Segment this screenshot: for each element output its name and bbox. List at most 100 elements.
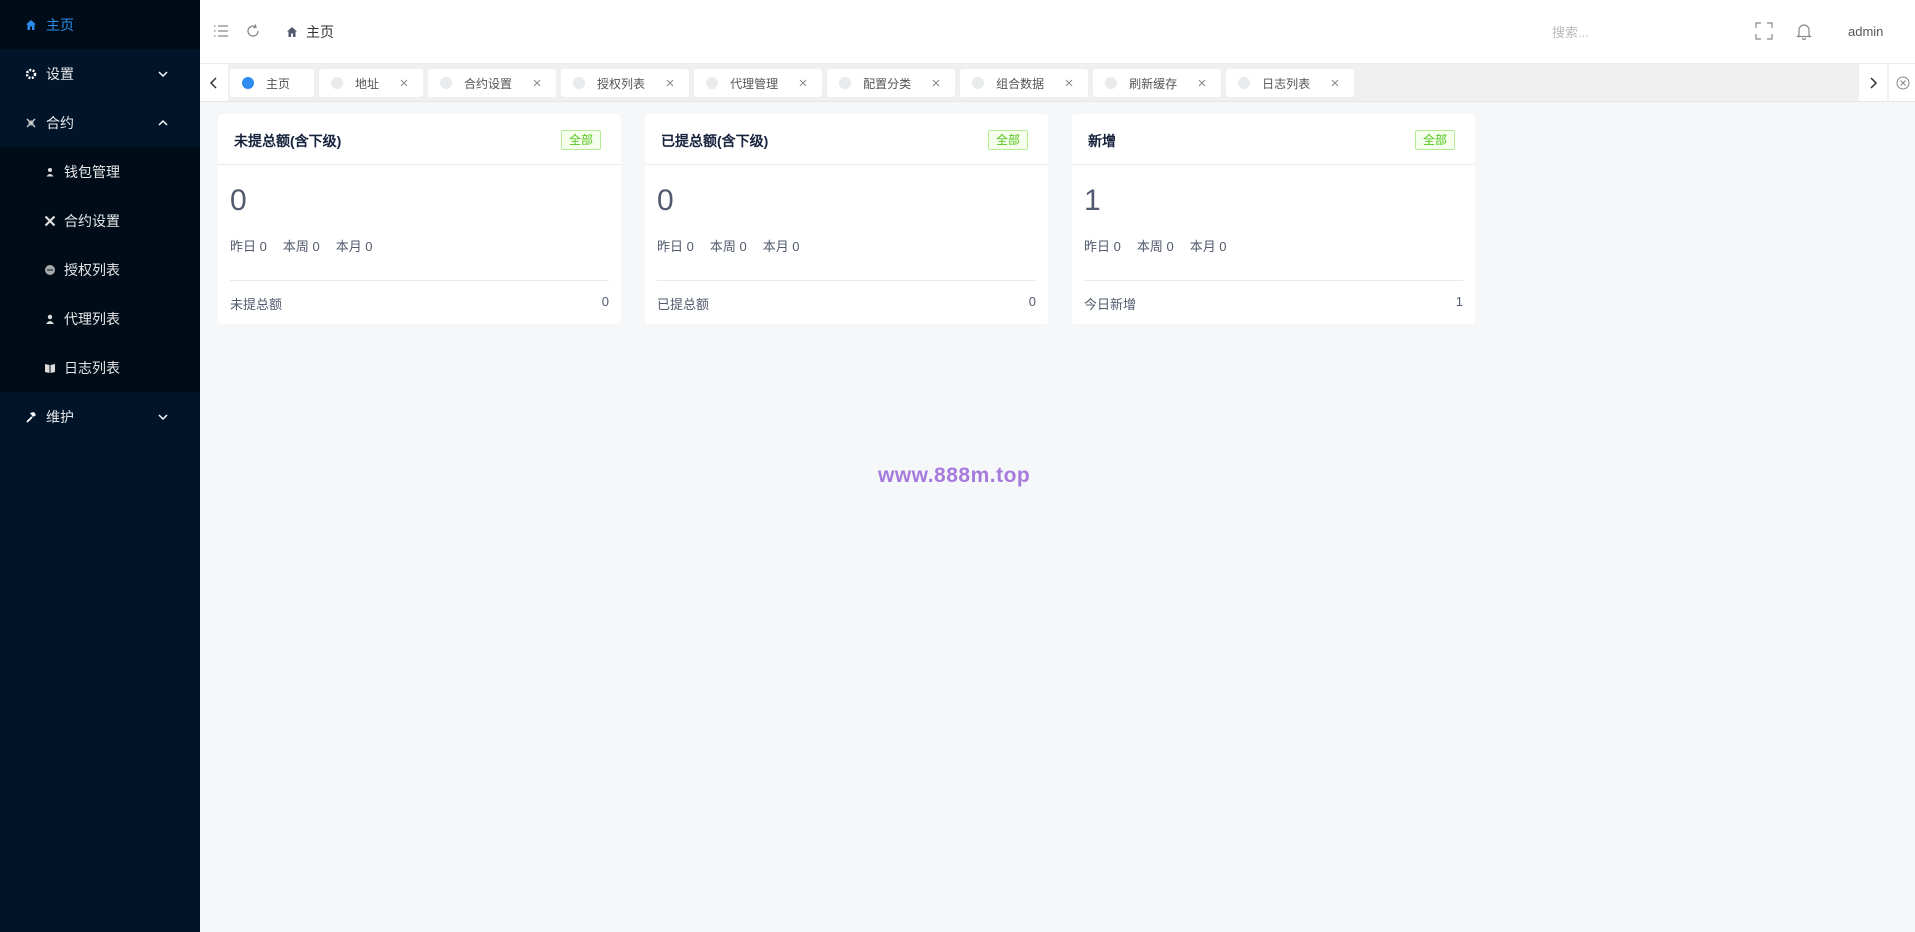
tab-label: 代理管理 (730, 76, 779, 91)
card-stats: 昨日 0 本周 0 本月 0 (657, 236, 816, 255)
divider (1084, 280, 1463, 281)
sidebar-item-label: 合约 (46, 114, 74, 131)
tab-status-dot (573, 77, 586, 89)
close-icon[interactable] (399, 78, 409, 88)
tab-combined-data[interactable]: 组合数据 (960, 69, 1089, 97)
gear-icon (24, 67, 38, 81)
stat-yesterday: 昨日 0 (230, 239, 267, 254)
card-title: 未提总额(含下级) (234, 133, 342, 149)
close-icon[interactable] (532, 78, 542, 88)
sidebar-item-agent-list[interactable]: 代理列表 (0, 294, 200, 343)
hammer-icon (24, 410, 38, 424)
tabs-prev-button[interactable] (200, 64, 228, 101)
close-icon[interactable] (665, 78, 675, 88)
sidebar-item-label: 维护 (46, 408, 74, 425)
tab-status-dot (331, 77, 344, 89)
close-icon[interactable] (1330, 78, 1340, 88)
status-badge: 全部 (1414, 130, 1455, 150)
stat-month: 本月 0 (335, 239, 373, 254)
close-all-tabs-button[interactable] (1889, 64, 1915, 101)
tab-label: 地址 (355, 76, 380, 91)
card-title: 新增 (1088, 133, 1116, 149)
stat-yesterday: 昨日 0 (1084, 239, 1121, 254)
tab-config-category[interactable]: 配置分类 (827, 69, 956, 97)
card-header: 未提总额(含下级) 全部 (218, 114, 621, 165)
tab-auth-list[interactable]: 授权列表 (561, 69, 690, 97)
tab-agent-manage[interactable]: 代理管理 (694, 69, 823, 97)
menu-toggle-icon[interactable] (212, 22, 230, 40)
sidebar-item-label: 日志列表 (64, 359, 120, 376)
sidebar-item-label: 合约设置 (64, 212, 120, 229)
card-footer-label: 未提总额 (230, 297, 283, 312)
home-icon (24, 18, 38, 32)
tab-label: 组合数据 (996, 76, 1045, 91)
divider (657, 280, 1036, 281)
tab-contract-settings[interactable]: 合约设置 (428, 69, 557, 97)
card-stats: 昨日 0 本周 0 本月 0 (1084, 236, 1243, 255)
sidebar-item-home[interactable]: 主页 (0, 0, 200, 49)
sidebar-item-log-list[interactable]: 日志列表 (0, 343, 200, 392)
sidebar-item-contract-settings[interactable]: 合约设置 (0, 196, 200, 245)
chevron-down-icon (156, 67, 170, 81)
tabs-list: 主页 地址 合约设置 授权列表 代理管理 配置分类 组合数据 刷新缓存 日志列表 (230, 69, 1863, 97)
tab-label: 合约设置 (464, 76, 513, 91)
sidebar-item-wallet[interactable]: 钱包管理 (0, 147, 200, 196)
tab-address[interactable]: 地址 (319, 69, 424, 97)
divider (230, 280, 609, 281)
sidebar-item-settings[interactable]: 设置 (0, 49, 200, 98)
tab-status-dot (972, 77, 985, 89)
breadcrumb-label[interactable]: 主页 (306, 22, 334, 42)
search-input[interactable] (1552, 20, 1702, 44)
tabs-bar: 主页 地址 合约设置 授权列表 代理管理 配置分类 组合数据 刷新缓存 日志列表 (200, 64, 1915, 102)
tab-status-dot (1238, 77, 1251, 89)
book-icon (44, 362, 56, 374)
user-menu[interactable]: admin (1848, 24, 1883, 39)
sidebar-item-maintain[interactable]: 维护 (0, 392, 200, 441)
tab-refresh-cache[interactable]: 刷新缓存 (1093, 69, 1222, 97)
tab-status-dot (1105, 77, 1118, 89)
card-header: 新增 全部 (1072, 114, 1475, 165)
card-body: 1 昨日 0 本周 0 本月 0 今日新增 1 (1072, 165, 1475, 324)
header: 主页 admin (200, 0, 1915, 64)
close-icon[interactable] (1064, 78, 1074, 88)
tab-label: 刷新缓存 (1129, 76, 1178, 91)
watermark: www.888m.top (878, 464, 1031, 487)
tab-status-dot (440, 77, 453, 89)
tab-status-dot (706, 77, 719, 89)
sidebar-item-contract[interactable]: 合约 (0, 98, 200, 147)
circle-icon (44, 264, 56, 276)
sidebar-item-label: 授权列表 (64, 261, 120, 278)
card-body: 0 昨日 0 本周 0 本月 0 未提总额 0 (218, 165, 621, 324)
status-badge: 全部 (560, 130, 601, 150)
stat-week: 本周 0 (282, 239, 320, 254)
sidebar-item-label: 钱包管理 (64, 163, 120, 180)
home-icon (286, 26, 298, 38)
card-number: 1 (1084, 184, 1101, 217)
stat-card-unwithdrawn: 未提总额(含下级) 全部 0 昨日 0 本周 0 本月 0 未提总额 0 (218, 114, 621, 324)
stat-month: 本月 0 (762, 239, 800, 254)
tab-label: 日志列表 (1262, 76, 1311, 91)
close-icon[interactable] (931, 78, 941, 88)
tabs-next-button[interactable] (1859, 64, 1887, 101)
sidebar-item-auth-list[interactable]: 授权列表 (0, 245, 200, 294)
tab-label: 授权列表 (597, 76, 646, 91)
refresh-icon[interactable] (244, 22, 262, 40)
status-badge: 全部 (987, 130, 1028, 150)
tab-log-list[interactable]: 日志列表 (1226, 69, 1355, 97)
tab-home[interactable]: 主页 (230, 69, 315, 97)
card-number: 0 (657, 184, 674, 217)
user-icon (44, 166, 56, 178)
card-footer-value: 0 (1028, 294, 1036, 309)
stat-yesterday: 昨日 0 (657, 239, 694, 254)
chevron-down-icon (156, 410, 170, 424)
card-body: 0 昨日 0 本周 0 本月 0 已提总额 0 (645, 165, 1048, 324)
card-footer-label: 今日新增 (1084, 297, 1137, 312)
stat-card-withdrawn: 已提总额(含下级) 全部 0 昨日 0 本周 0 本月 0 已提总额 0 (645, 114, 1048, 324)
card-number: 0 (230, 184, 247, 217)
close-icon[interactable] (798, 78, 808, 88)
stat-week: 本周 0 (709, 239, 747, 254)
person-icon (44, 313, 56, 325)
close-icon[interactable] (1197, 78, 1207, 88)
fullscreen-icon[interactable] (1755, 22, 1773, 40)
bell-icon[interactable] (1795, 22, 1813, 40)
